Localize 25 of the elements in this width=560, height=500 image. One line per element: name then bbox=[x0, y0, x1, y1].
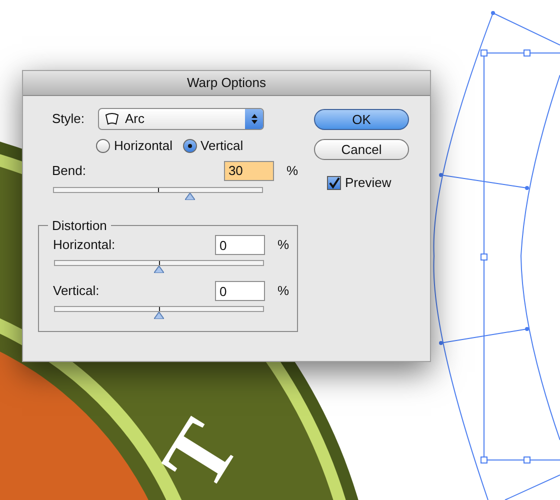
dialog-button[interactable]: Cancel bbox=[314, 139, 409, 160]
style-label: Style: bbox=[52, 110, 86, 128]
field-label: Vertical: bbox=[53, 282, 100, 300]
field-label: Horizontal: bbox=[53, 236, 116, 254]
badge-letter: T bbox=[144, 404, 258, 500]
unit-label: % bbox=[277, 236, 289, 254]
arc-shape-icon bbox=[105, 113, 119, 125]
unit-label: % bbox=[286, 162, 298, 180]
radio-option[interactable]: Vertical bbox=[182, 136, 244, 156]
stepper-icon bbox=[245, 109, 263, 129]
slider[interactable] bbox=[53, 186, 263, 200]
dialog-button[interactable]: OK bbox=[314, 109, 409, 130]
style-dropdown[interactable]: Arc bbox=[98, 108, 264, 130]
number-field[interactable]: 0 bbox=[215, 281, 266, 301]
group-title: Distortion bbox=[51, 216, 108, 234]
radio-option[interactable]: Horizontal bbox=[96, 136, 173, 156]
bend-label: Bend: bbox=[52, 162, 87, 180]
preview-checkbox[interactable]: Preview bbox=[327, 173, 409, 192]
checkmark-icon bbox=[328, 176, 340, 189]
window-title: Warp Options bbox=[187, 74, 266, 92]
number-field[interactable]: 0 bbox=[215, 235, 266, 255]
slider[interactable] bbox=[54, 260, 264, 273]
number-field[interactable]: 30 bbox=[224, 160, 274, 180]
unit-label: % bbox=[277, 282, 289, 300]
slider[interactable] bbox=[54, 306, 264, 319]
